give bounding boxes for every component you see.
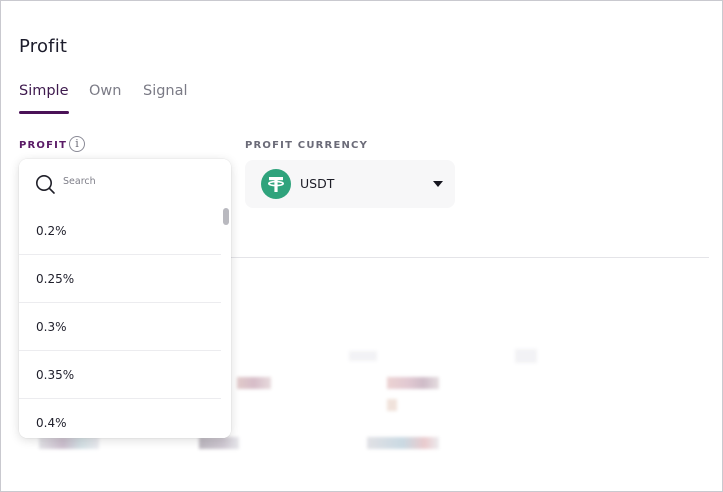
- active-tab-indicator: [19, 111, 69, 114]
- profit-label: PROFIT: [19, 140, 68, 151]
- option-label: 0.4%: [36, 416, 67, 430]
- profit-panel: Profit Simple Own Signal PROFIT i PROFIT…: [0, 0, 723, 492]
- search-icon: [36, 175, 55, 194]
- obscured-content: [237, 377, 271, 389]
- profit-dropdown[interactable]: 0.2% 0.25% 0.3% 0.35% 0.4%: [19, 159, 231, 438]
- tether-icon: [261, 169, 291, 199]
- page-title: Profit: [19, 36, 68, 57]
- selected-currency: USDT: [300, 176, 335, 191]
- profit-option[interactable]: 0.35%: [19, 351, 223, 399]
- profit-option[interactable]: 0.3%: [19, 303, 223, 351]
- option-label: 0.35%: [36, 368, 75, 382]
- tab-simple[interactable]: Simple: [19, 83, 69, 99]
- option-label: 0.25%: [36, 272, 75, 286]
- profit-option[interactable]: 0.2%: [19, 207, 223, 255]
- obscured-content: [199, 437, 239, 449]
- obscured-content: [387, 399, 397, 411]
- scrollbar-thumb[interactable]: [223, 208, 229, 225]
- obscured-content: [39, 437, 99, 449]
- dropdown-search: [19, 159, 231, 207]
- profit-option[interactable]: 0.25%: [19, 255, 223, 303]
- profit-option[interactable]: 0.4%: [19, 399, 223, 438]
- obscured-content: [367, 437, 439, 449]
- profit-currency-label: PROFIT CURRENCY: [245, 140, 369, 151]
- section-divider: [229, 257, 709, 258]
- profit-options-list: 0.2% 0.25% 0.3% 0.35% 0.4%: [19, 207, 223, 438]
- obscured-content: [349, 351, 377, 361]
- obscured-content: [387, 377, 439, 389]
- obscured-content: [515, 349, 537, 363]
- tab-own[interactable]: Own: [89, 83, 121, 99]
- dropdown-scrollbar[interactable]: [221, 207, 231, 438]
- option-label: 0.2%: [36, 224, 67, 238]
- profit-currency-select[interactable]: USDT: [245, 160, 455, 208]
- tab-signal[interactable]: Signal: [143, 83, 188, 99]
- option-label: 0.3%: [36, 320, 67, 334]
- search-input[interactable]: [63, 176, 213, 187]
- caret-down-icon: [433, 181, 443, 187]
- info-icon[interactable]: i: [69, 136, 85, 152]
